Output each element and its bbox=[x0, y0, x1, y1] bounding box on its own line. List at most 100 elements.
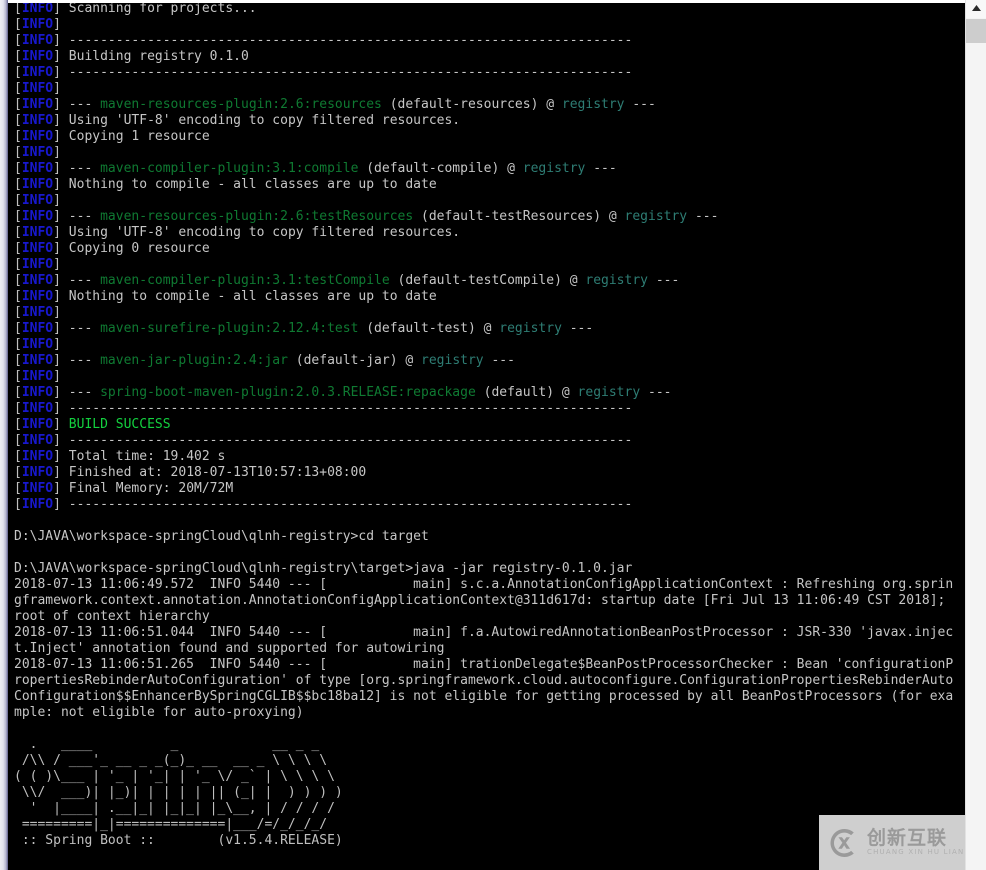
terminal-text-segment: 2018-07-13 11:06:51.044 INFO 5440 --- [ … bbox=[14, 625, 954, 640]
terminal-line: [INFO] bbox=[8, 305, 965, 321]
terminal-text-segment: Nothing to compile - all classes are up … bbox=[68, 289, 437, 304]
terminal-line: [INFO] bbox=[8, 193, 965, 209]
terminal-text-segment: --- bbox=[640, 385, 672, 400]
terminal-line: D:\JAVA\workspace-springCloud\qlnh-regis… bbox=[8, 529, 965, 545]
log-level-tag: [INFO] bbox=[14, 145, 69, 160]
terminal-text-segment: D:\JAVA\workspace-springCloud\qlnh-regis… bbox=[14, 529, 429, 544]
terminal-text-segment: --- bbox=[483, 353, 515, 368]
terminal-text-segment: ----------------------------------------… bbox=[68, 65, 633, 80]
terminal-text-segment: registry bbox=[522, 161, 586, 176]
terminal-text-segment: . ____ _ __ _ _ bbox=[14, 737, 320, 752]
log-level-tag: [INFO] bbox=[14, 481, 69, 496]
terminal-text-segment: --- bbox=[68, 209, 101, 224]
log-level-tag: [INFO] bbox=[14, 241, 69, 256]
terminal-line: 2018-07-13 11:06:51.044 INFO 5440 --- [ … bbox=[8, 625, 965, 641]
terminal-text-segment: ----------------------------------------… bbox=[68, 401, 633, 416]
terminal-line: \\/ ___)| |_)| | | | | || (_| | ) ) ) ) bbox=[8, 785, 965, 801]
log-level-tag: [INFO] bbox=[14, 337, 69, 352]
log-level-tag: [INFO] bbox=[14, 465, 69, 480]
terminal-text-segment: registry bbox=[421, 353, 484, 368]
log-level-tag: [INFO] bbox=[14, 353, 69, 368]
terminal-text-segment: maven-compiler-plugin:3.1:compile bbox=[100, 161, 359, 176]
terminal-text-segment: 2018-07-13 11:06:51.265 INFO 5440 --- [ … bbox=[14, 657, 954, 672]
log-level-tag: [INFO] bbox=[14, 401, 69, 416]
terminal-text-segment: (default) @ bbox=[475, 385, 578, 400]
terminal-line: [INFO] ---------------------------------… bbox=[8, 497, 965, 513]
log-level-tag: [INFO] bbox=[14, 225, 69, 240]
terminal-line: [INFO] Using 'UTF-8' encoding to copy fi… bbox=[8, 225, 965, 241]
log-level-tag: [INFO] bbox=[14, 49, 69, 64]
terminal-line: [INFO] ---------------------------------… bbox=[8, 433, 965, 449]
site-watermark: 创新互联 CHUANG XIN HU LIAN bbox=[819, 815, 965, 870]
terminal-line: [INFO] Scanning for projects... bbox=[8, 3, 965, 17]
scroll-up-arrow-icon[interactable] bbox=[966, 0, 986, 18]
terminal-text-segment: registry bbox=[499, 321, 562, 336]
terminal-text-segment: --- bbox=[648, 273, 680, 288]
terminal-text-segment: spring-boot-maven-plugin:2.0.3.RELEASE:r… bbox=[100, 385, 476, 400]
watermark-text: 创新互联 CHUANG XIN HU LIAN bbox=[867, 828, 964, 857]
terminal-line: [INFO] --- maven-jar-plugin:2.4:jar (def… bbox=[8, 353, 965, 369]
terminal-line: root of context hierarchy bbox=[8, 609, 965, 625]
terminal-text-segment: ----------------------------------------… bbox=[68, 497, 633, 512]
terminal-text-segment: root of context hierarchy bbox=[14, 609, 210, 624]
terminal-line: . ____ _ __ _ _ bbox=[8, 737, 965, 753]
terminal-text-segment: Nothing to compile - all classes are up … bbox=[68, 177, 437, 192]
terminal-text-segment: t.Inject' annotation found and supported… bbox=[14, 641, 445, 656]
terminal-text-segment: maven-jar-plugin:2.4:jar bbox=[100, 353, 288, 368]
terminal-text-segment: Copying 1 resource bbox=[68, 129, 210, 144]
terminal-text-segment: =========|_|==============|___/=/_/_/_/ bbox=[14, 817, 328, 832]
terminal-text-segment: --- bbox=[624, 97, 656, 112]
terminal-text-segment: --- bbox=[561, 321, 594, 336]
terminal-text-segment: maven-resources-plugin:2.6:resources bbox=[100, 97, 382, 112]
terminal-line: [INFO] Total time: 19.402 s bbox=[8, 449, 965, 465]
terminal-output-area[interactable]: [INFO] Scanning for projects... [INFO] [I… bbox=[8, 3, 965, 870]
terminal-text-segment: 2018-07-13 11:06:49.572 INFO 5440 --- [ … bbox=[14, 577, 954, 592]
log-level-tag: [INFO] bbox=[14, 113, 69, 128]
terminal-text-segment: ' |____| .__|_| |_|_| |_\__, | / / / / bbox=[14, 801, 335, 816]
terminal-text-segment: Configuration$$EnhancerBySpringCGLIB$$bc… bbox=[14, 689, 954, 704]
terminal-line: ( ( )\___ | '_ | '_| | '_ \/ _` | \ \ \ … bbox=[8, 769, 965, 785]
terminal-text-segment: (default-test) @ bbox=[358, 321, 500, 336]
vertical-scrollbar[interactable] bbox=[965, 0, 986, 870]
terminal-text-segment: Using 'UTF-8' encoding to copy filtered … bbox=[68, 225, 461, 240]
terminal-line: t.Inject' annotation found and supported… bbox=[8, 641, 965, 657]
log-level-tag: [INFO] bbox=[14, 17, 69, 32]
terminal-text-segment: (default-compile) @ bbox=[358, 161, 523, 176]
terminal-line: [INFO] --- maven-compiler-plugin:3.1:com… bbox=[8, 161, 965, 177]
log-level-tag: [INFO] bbox=[14, 369, 69, 384]
log-level-tag: [INFO] bbox=[14, 33, 69, 48]
log-level-tag: [INFO] bbox=[14, 129, 69, 144]
terminal-text-segment: BUILD SUCCESS bbox=[68, 417, 171, 432]
scrollbar-thumb[interactable] bbox=[966, 19, 986, 43]
scrollbar-track[interactable] bbox=[966, 43, 986, 870]
log-level-tag: [INFO] bbox=[14, 497, 69, 512]
terminal-line: gframework.context.annotation.Annotation… bbox=[8, 593, 965, 609]
terminal-text-segment: --- bbox=[68, 321, 101, 336]
terminal-text-segment: gframework.context.annotation.Annotation… bbox=[14, 593, 946, 608]
watermark-pinyin: CHUANG XIN HU LIAN bbox=[867, 848, 965, 856]
terminal-text-segment: --- bbox=[68, 273, 101, 288]
terminal-text-segment: maven-compiler-plugin:3.1:testCompile bbox=[100, 273, 390, 288]
log-level-tag: [INFO] bbox=[14, 209, 69, 224]
terminal-line: [INFO] bbox=[8, 81, 965, 97]
console-window: [INFO] Scanning for projects... [INFO] [I… bbox=[0, 0, 986, 870]
terminal-line: [INFO] --- maven-resources-plugin:2.6:re… bbox=[8, 97, 965, 113]
terminal-line: 2018-07-13 11:06:51.265 INFO 5440 --- [ … bbox=[8, 657, 965, 673]
terminal-text-segment: D:\JAVA\workspace-springCloud\qlnh-regis… bbox=[14, 561, 633, 576]
terminal-text-segment: Copying 0 resource bbox=[68, 241, 210, 256]
terminal-line: [INFO] Using 'UTF-8' encoding to copy fi… bbox=[8, 113, 965, 129]
terminal-text-segment: Finished at: 2018-07-13T10:57:13+08:00 bbox=[68, 465, 367, 480]
terminal-text-segment: Total time: 19.402 s bbox=[68, 449, 226, 464]
terminal-text-segment: registry bbox=[577, 385, 641, 400]
terminal-text-segment: --- bbox=[687, 209, 719, 224]
terminal-line: [INFO] Nothing to compile - all classes … bbox=[8, 177, 965, 193]
terminal-line: [INFO] bbox=[8, 337, 965, 353]
terminal-line: [INFO] Building registry 0.1.0 bbox=[8, 49, 965, 65]
terminal-line: [INFO] --- maven-surefire-plugin:2.12.4:… bbox=[8, 321, 965, 337]
terminal-line: [INFO] bbox=[8, 145, 965, 161]
terminal-line: Configuration$$EnhancerBySpringCGLIB$$bc… bbox=[8, 689, 965, 705]
terminal-line: [INFO] Copying 0 resource bbox=[8, 241, 965, 257]
terminal-text-segment: :: Spring Boot :: (v1.5.4.RELEASE) bbox=[14, 833, 343, 848]
